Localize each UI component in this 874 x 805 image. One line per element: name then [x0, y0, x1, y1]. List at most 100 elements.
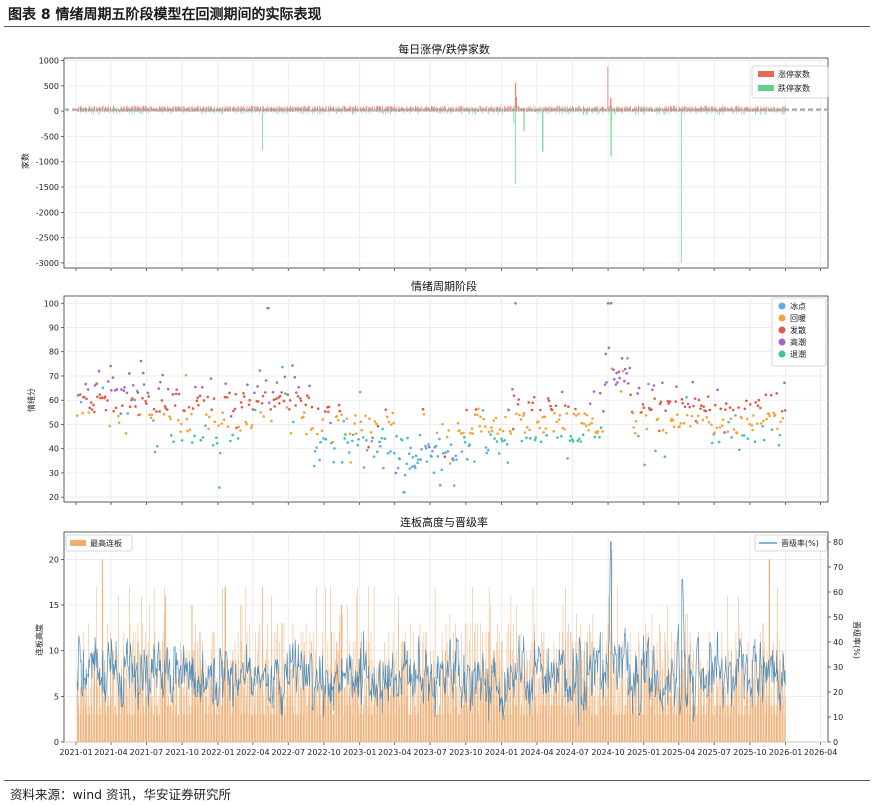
sentiment-point [743, 407, 747, 411]
sentiment-point [497, 452, 501, 455]
sentiment-point [552, 430, 555, 433]
panel3-plot: 05101520010203040506070802021-01 2021-04 2… [49, 531, 843, 757]
sentiment-point [389, 423, 393, 426]
panel1-legend: 涨停家数 跌停家数 [751, 65, 829, 99]
sentiment-point [478, 425, 482, 428]
sentiment-point [755, 422, 759, 425]
sentiment-point [221, 411, 224, 415]
panel3-legend-left: 最高连板 [65, 534, 133, 552]
sentiment-point [696, 414, 700, 418]
sentiment-point [534, 436, 538, 439]
sentiment-point [395, 434, 398, 438]
sentiment-point [284, 392, 287, 395]
sentiment-point [527, 401, 531, 404]
sentiment-point [689, 424, 692, 428]
sentiment-point [173, 404, 177, 407]
sentiment-point [180, 439, 184, 442]
sentiment-point [253, 408, 257, 412]
sentiment-point [759, 422, 763, 425]
x-tick-label: 2025-10 [733, 748, 766, 757]
sentiment-point [186, 429, 189, 433]
panel3-ytick-right-label: 20 [833, 688, 843, 697]
panel2-frame [63, 295, 829, 503]
sentiment-point [664, 409, 667, 412]
panel1-ytick-label: 0 [54, 107, 59, 116]
sentiment-point [768, 414, 772, 418]
x-tick-label: 2023-10 [449, 748, 482, 757]
sentiment-point [85, 397, 88, 401]
sentiment-point [304, 403, 308, 407]
sentiment-point [668, 400, 672, 403]
sentiment-point [441, 422, 444, 426]
sentiment-point [127, 372, 131, 375]
panel3-ytick-label: 10 [49, 647, 59, 656]
panel3-ylabel-right: 晋级率(%) [852, 621, 862, 659]
sentiment-point [642, 406, 646, 409]
panel1-ytick-label: 1000 [39, 57, 59, 66]
sentiment-point [201, 436, 205, 439]
sentiment-point [209, 377, 213, 380]
panel1-ytick-label: -1500 [36, 183, 59, 192]
sentiment-point [529, 437, 532, 440]
legend-peak-label: 高潮 [790, 337, 806, 347]
sentiment-point [715, 426, 719, 430]
sentiment-point [482, 417, 485, 421]
sentiment-point [536, 420, 540, 423]
sentiment-point [601, 430, 604, 433]
sentiment-point [680, 398, 684, 401]
sentiment-point [111, 376, 115, 379]
sentiment-point [260, 401, 264, 405]
sentiment-point [343, 437, 346, 440]
sentiment-point [598, 435, 601, 439]
sentiment-point [89, 401, 93, 404]
panel3-title: 连板高度与晋级率 [400, 515, 488, 529]
sentiment-point [142, 383, 146, 386]
sentiment-point [110, 388, 113, 392]
sentiment-point [721, 418, 725, 421]
sentiment-point [159, 380, 162, 384]
sentiment-point [157, 387, 161, 390]
sentiment-point [259, 411, 262, 414]
sentiment-point [270, 419, 273, 423]
sentiment-point [340, 413, 343, 416]
panel3-ytick-label: 20 [49, 555, 59, 564]
sentiment-point [375, 422, 378, 426]
sentiment-point [494, 416, 498, 420]
sentiment-point [93, 410, 96, 414]
sentiment-point [460, 450, 464, 453]
sentiment-point [641, 403, 645, 406]
panel2-plot: 100 90 80 70 60 50 40 30 20 [44, 295, 829, 505]
sentiment-point [97, 369, 101, 373]
sentiment-point [389, 450, 392, 453]
sentiment-point [261, 394, 265, 398]
sentiment-point [623, 379, 626, 383]
legend-dot-ferment [778, 326, 786, 334]
sentiment-point [632, 426, 635, 429]
sentiment-point [141, 396, 144, 400]
sentiment-point [716, 388, 719, 392]
sentiment-point [305, 432, 308, 436]
sentiment-point [280, 391, 283, 394]
sentiment-point [637, 434, 640, 438]
sentiment-point [100, 396, 104, 400]
sentiment-point [574, 407, 577, 411]
sentiment-point [531, 401, 534, 405]
sentiment-point [360, 428, 363, 432]
sentiment-point [555, 420, 559, 424]
sentiment-point [505, 443, 509, 446]
sentiment-point [588, 423, 591, 426]
sentiment-point [251, 408, 255, 411]
sentiment-point [710, 441, 714, 445]
sentiment-point [767, 412, 771, 416]
sentiment-point [324, 438, 328, 441]
sentiment-point [250, 426, 253, 430]
sentiment-point [518, 413, 521, 417]
sentiment-point [757, 398, 761, 402]
sentiment-point [577, 412, 580, 416]
sentiment-point [126, 412, 130, 415]
sentiment-point [452, 484, 456, 487]
sentiment-point [222, 418, 226, 422]
sentiment-point [592, 390, 596, 393]
sentiment-point [168, 415, 172, 418]
sentiment-point [138, 413, 142, 416]
